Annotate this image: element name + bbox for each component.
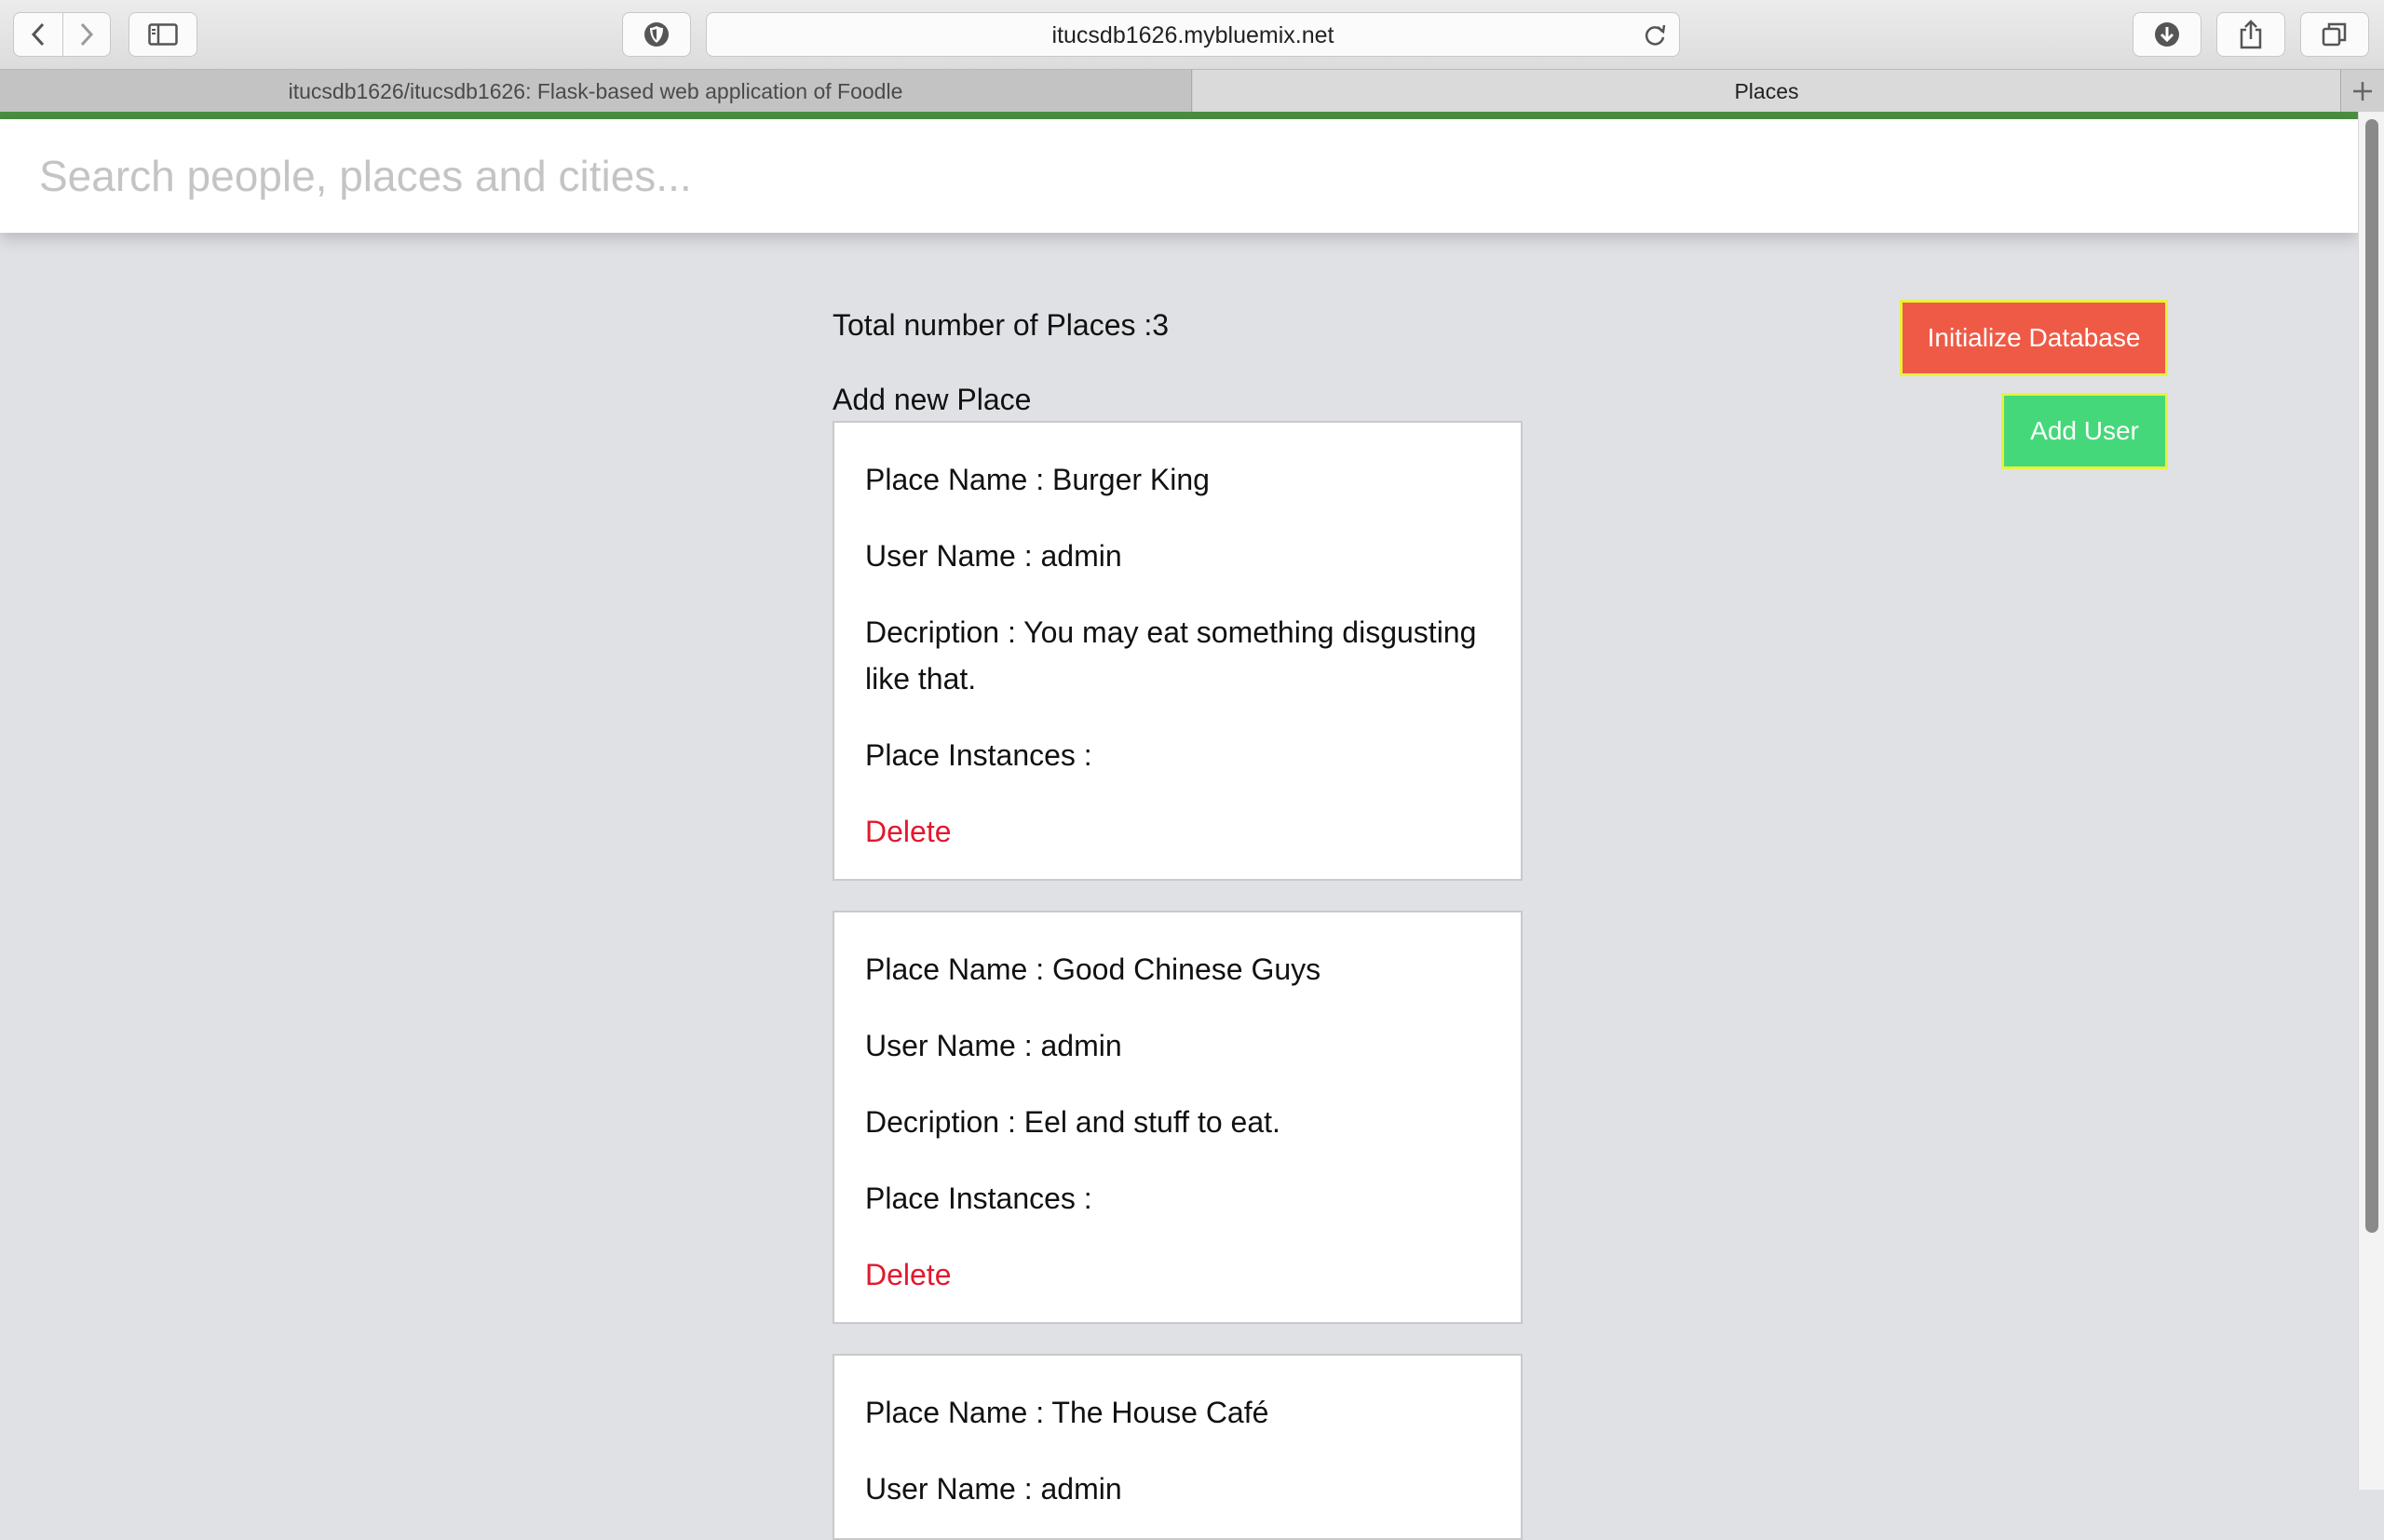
place-name: Place Name : The House Café [865, 1396, 1269, 1429]
new-tab-button[interactable] [2341, 70, 2384, 113]
tab-places[interactable]: Places [1193, 70, 2341, 113]
place-user: User Name : admin [865, 1472, 1122, 1506]
privacy-button[interactable] [622, 12, 691, 57]
sidebar-icon [148, 23, 178, 46]
tabs-icon [2322, 22, 2347, 47]
chevron-left-icon [31, 22, 45, 47]
plus-icon [2353, 82, 2372, 101]
tab-github[interactable]: itucsdb1626/itucsdb1626: Flask-based web… [0, 70, 1192, 113]
forward-button[interactable] [62, 12, 111, 57]
shield-icon [644, 22, 669, 47]
place-card: Place Name : Good Chinese Guys User Name… [833, 911, 1523, 1324]
sidebar-toggle-button[interactable] [129, 12, 197, 57]
delete-link[interactable]: Delete [865, 808, 952, 855]
page-content: Total number of Places :3 Add new Place … [0, 119, 2358, 1540]
total-places-label: Total number of Places :3 [833, 308, 1170, 342]
downloads-button[interactable] [2133, 12, 2201, 57]
scrollbar-thumb[interactable] [2365, 119, 2378, 1233]
add-new-place-link[interactable]: Add new Place [833, 383, 1031, 417]
reload-icon[interactable] [1642, 22, 1668, 48]
place-description: Decription : Eel and stuff to eat. [865, 1105, 1280, 1139]
search-input[interactable] [0, 119, 2358, 233]
chevron-right-icon [80, 22, 94, 47]
delete-link[interactable]: Delete [865, 1251, 952, 1298]
search-bar [0, 119, 2358, 233]
place-instances: Place Instances : [865, 738, 1092, 772]
download-icon [2155, 22, 2179, 47]
place-user: User Name : admin [865, 1029, 1122, 1062]
browser-toolbar: itucsdb1626.mybluemix.net [0, 0, 2384, 69]
place-user: User Name : admin [865, 539, 1122, 573]
share-button[interactable] [2216, 12, 2285, 57]
address-bar[interactable]: itucsdb1626.mybluemix.net [706, 12, 1680, 57]
page-load-bar [0, 112, 2384, 119]
tab-bar: itucsdb1626/itucsdb1626: Flask-based web… [0, 69, 2384, 113]
place-card: Place Name : The House Café User Name : … [833, 1354, 1523, 1540]
share-icon [2240, 20, 2262, 49]
show-tabs-button[interactable] [2300, 12, 2369, 57]
place-description: Decription : You may eat something disgu… [865, 615, 1477, 696]
place-instances: Place Instances : [865, 1182, 1092, 1215]
url-text: itucsdb1626.mybluemix.net [1051, 22, 1334, 48]
vertical-scrollbar[interactable] [2358, 112, 2384, 1490]
place-name: Place Name : Good Chinese Guys [865, 952, 1321, 986]
add-user-button[interactable]: Add User [2001, 393, 2168, 469]
place-card: Place Name : Burger King User Name : adm… [833, 421, 1523, 881]
place-name: Place Name : Burger King [865, 463, 1210, 496]
initialize-database-button[interactable]: Initialize Database [1900, 300, 2168, 376]
back-button[interactable] [13, 12, 63, 57]
